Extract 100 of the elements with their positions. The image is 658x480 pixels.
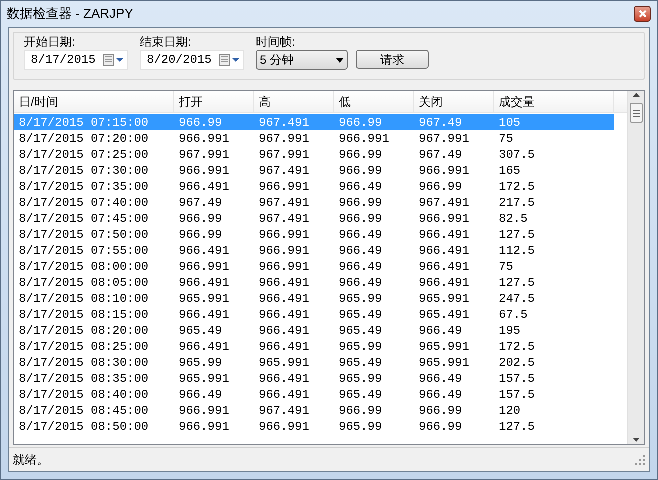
table-cell: 966.991 <box>339 132 390 146</box>
table-cell: 195 <box>499 324 521 338</box>
table-cell: 966.49 <box>339 180 382 194</box>
table-cell: 8/17/2015 08:30:00 <box>19 356 149 370</box>
column-header[interactable]: 高 <box>254 91 334 112</box>
table-cell: 966.991 <box>259 420 310 434</box>
table-cell: 966.99 <box>339 148 382 162</box>
dropdown-arrow-icon <box>336 58 344 62</box>
table-cell: 966.99 <box>339 196 382 210</box>
timeframe-dropdown[interactable]: 5 分钟 <box>256 50 348 70</box>
start-date-picker[interactable]: 8/17/2015 <box>24 50 128 70</box>
table-cell: 965.991 <box>259 356 310 370</box>
table-cell: 8/17/2015 07:20:00 <box>19 132 149 146</box>
close-button[interactable] <box>634 6 651 22</box>
table-cell: 8/17/2015 07:55:00 <box>19 244 149 258</box>
table-cell: 8/17/2015 08:10:00 <box>19 292 149 306</box>
column-header[interactable]: 低 <box>334 91 414 112</box>
table-cell: 966.99 <box>339 404 382 418</box>
table-cell: 966.991 <box>259 180 310 194</box>
table-cell: 966.991 <box>179 132 230 146</box>
table-cell: 967.491 <box>259 164 310 178</box>
table-cell: 966.491 <box>419 244 470 258</box>
table-cell: 966.49 <box>339 244 382 258</box>
table-cell: 965.99 <box>339 420 382 434</box>
table-cell: 217.5 <box>499 196 536 210</box>
column-header[interactable]: 打开 <box>174 91 254 112</box>
table-cell: 172.5 <box>499 340 536 354</box>
table-cell: 8/17/2015 07:15:00 <box>19 116 149 130</box>
table-cell: 966.99 <box>339 212 382 226</box>
table-cell: 202.5 <box>499 356 536 370</box>
calendar-dropdown-icon <box>219 54 241 66</box>
end-date-picker[interactable]: 8/20/2015 <box>140 50 244 70</box>
scroll-down-icon <box>632 438 640 442</box>
scroll-up-icon <box>632 93 640 97</box>
table-cell: 127.5 <box>499 228 536 242</box>
table-cell: 8/17/2015 08:15:00 <box>19 308 149 322</box>
request-button[interactable]: 请求 <box>356 50 429 69</box>
table-cell: 965.99 <box>339 372 382 386</box>
table-cell: 8/17/2015 08:50:00 <box>19 420 149 434</box>
table-cell: 75 <box>499 260 514 274</box>
table-cell: 8/17/2015 07:40:00 <box>19 196 149 210</box>
status-text: 就绪。 <box>13 452 49 468</box>
table-cell: 965.99 <box>339 340 382 354</box>
table-cell: 966.99 <box>419 404 462 418</box>
table-cell: 966.491 <box>179 308 230 322</box>
table-cell: 966.991 <box>419 212 470 226</box>
table-cell: 966.991 <box>179 404 230 418</box>
table-cell: 966.491 <box>259 340 310 354</box>
table-cell: 965.991 <box>419 292 470 306</box>
table-cell: 105 <box>499 116 521 130</box>
table-cell: 967.491 <box>419 196 470 210</box>
start-date-label: 开始日期: <box>24 34 76 50</box>
table-cell: 967.991 <box>259 132 310 146</box>
table-cell: 966.99 <box>419 420 462 434</box>
table-cell: 966.99 <box>339 116 382 130</box>
table-cell: 8/17/2015 07:35:00 <box>19 180 149 194</box>
table-cell: 965.49 <box>339 356 382 370</box>
table-cell: 966.491 <box>259 308 310 322</box>
scrollbar-thumb[interactable] <box>630 103 642 123</box>
table-cell: 966.491 <box>419 276 470 290</box>
table-cell: 967.49 <box>179 196 222 210</box>
table-cell: 966.491 <box>259 276 310 290</box>
table-cell: 8/17/2015 07:50:00 <box>19 228 149 242</box>
table-cell: 127.5 <box>499 420 536 434</box>
table-cell: 967.49 <box>419 148 462 162</box>
table-cell: 8/17/2015 08:00:00 <box>19 260 149 274</box>
table-cell: 967.991 <box>259 148 310 162</box>
table-cell: 966.49 <box>419 388 462 402</box>
table-cell: 8/17/2015 08:35:00 <box>19 372 149 386</box>
table-cell: 965.991 <box>179 292 230 306</box>
table-cell: 967.491 <box>259 196 310 210</box>
table-cell: 965.49 <box>339 388 382 402</box>
table-cell: 966.99 <box>339 164 382 178</box>
table-cell: 966.491 <box>179 340 230 354</box>
table-cell: 966.991 <box>259 228 310 242</box>
table-cell: 965.49 <box>339 308 382 322</box>
column-header[interactable]: 日/时间 <box>14 91 174 112</box>
column-header[interactable]: 成交量 <box>494 91 614 112</box>
table-cell: 966.991 <box>179 260 230 274</box>
table-cell: 966.991 <box>179 420 230 434</box>
table-cell: 965.49 <box>339 324 382 338</box>
table-cell: 965.991 <box>419 340 470 354</box>
end-date-label: 结束日期: <box>140 34 192 50</box>
table-cell: 966.491 <box>259 388 310 402</box>
table-cell: 966.491 <box>179 180 230 194</box>
table-cell: 966.491 <box>259 324 310 338</box>
table-cell: 965.991 <box>179 372 230 386</box>
table-cell: 120 <box>499 404 521 418</box>
table-cell: 8/17/2015 07:30:00 <box>19 164 149 178</box>
vertical-scrollbar[interactable] <box>627 91 644 444</box>
table-cell: 157.5 <box>499 372 536 386</box>
table-cell: 8/17/2015 08:25:00 <box>19 340 149 354</box>
table-cell: 966.99 <box>179 116 222 130</box>
table-cell: 8/17/2015 08:20:00 <box>19 324 149 338</box>
table-cell: 967.49 <box>419 116 462 130</box>
column-header[interactable]: 关闭 <box>414 91 494 112</box>
table-cell: 247.5 <box>499 292 536 306</box>
table-cell: 966.99 <box>179 212 222 226</box>
table-cell: 965.991 <box>419 356 470 370</box>
table-cell: 967.991 <box>419 132 470 146</box>
